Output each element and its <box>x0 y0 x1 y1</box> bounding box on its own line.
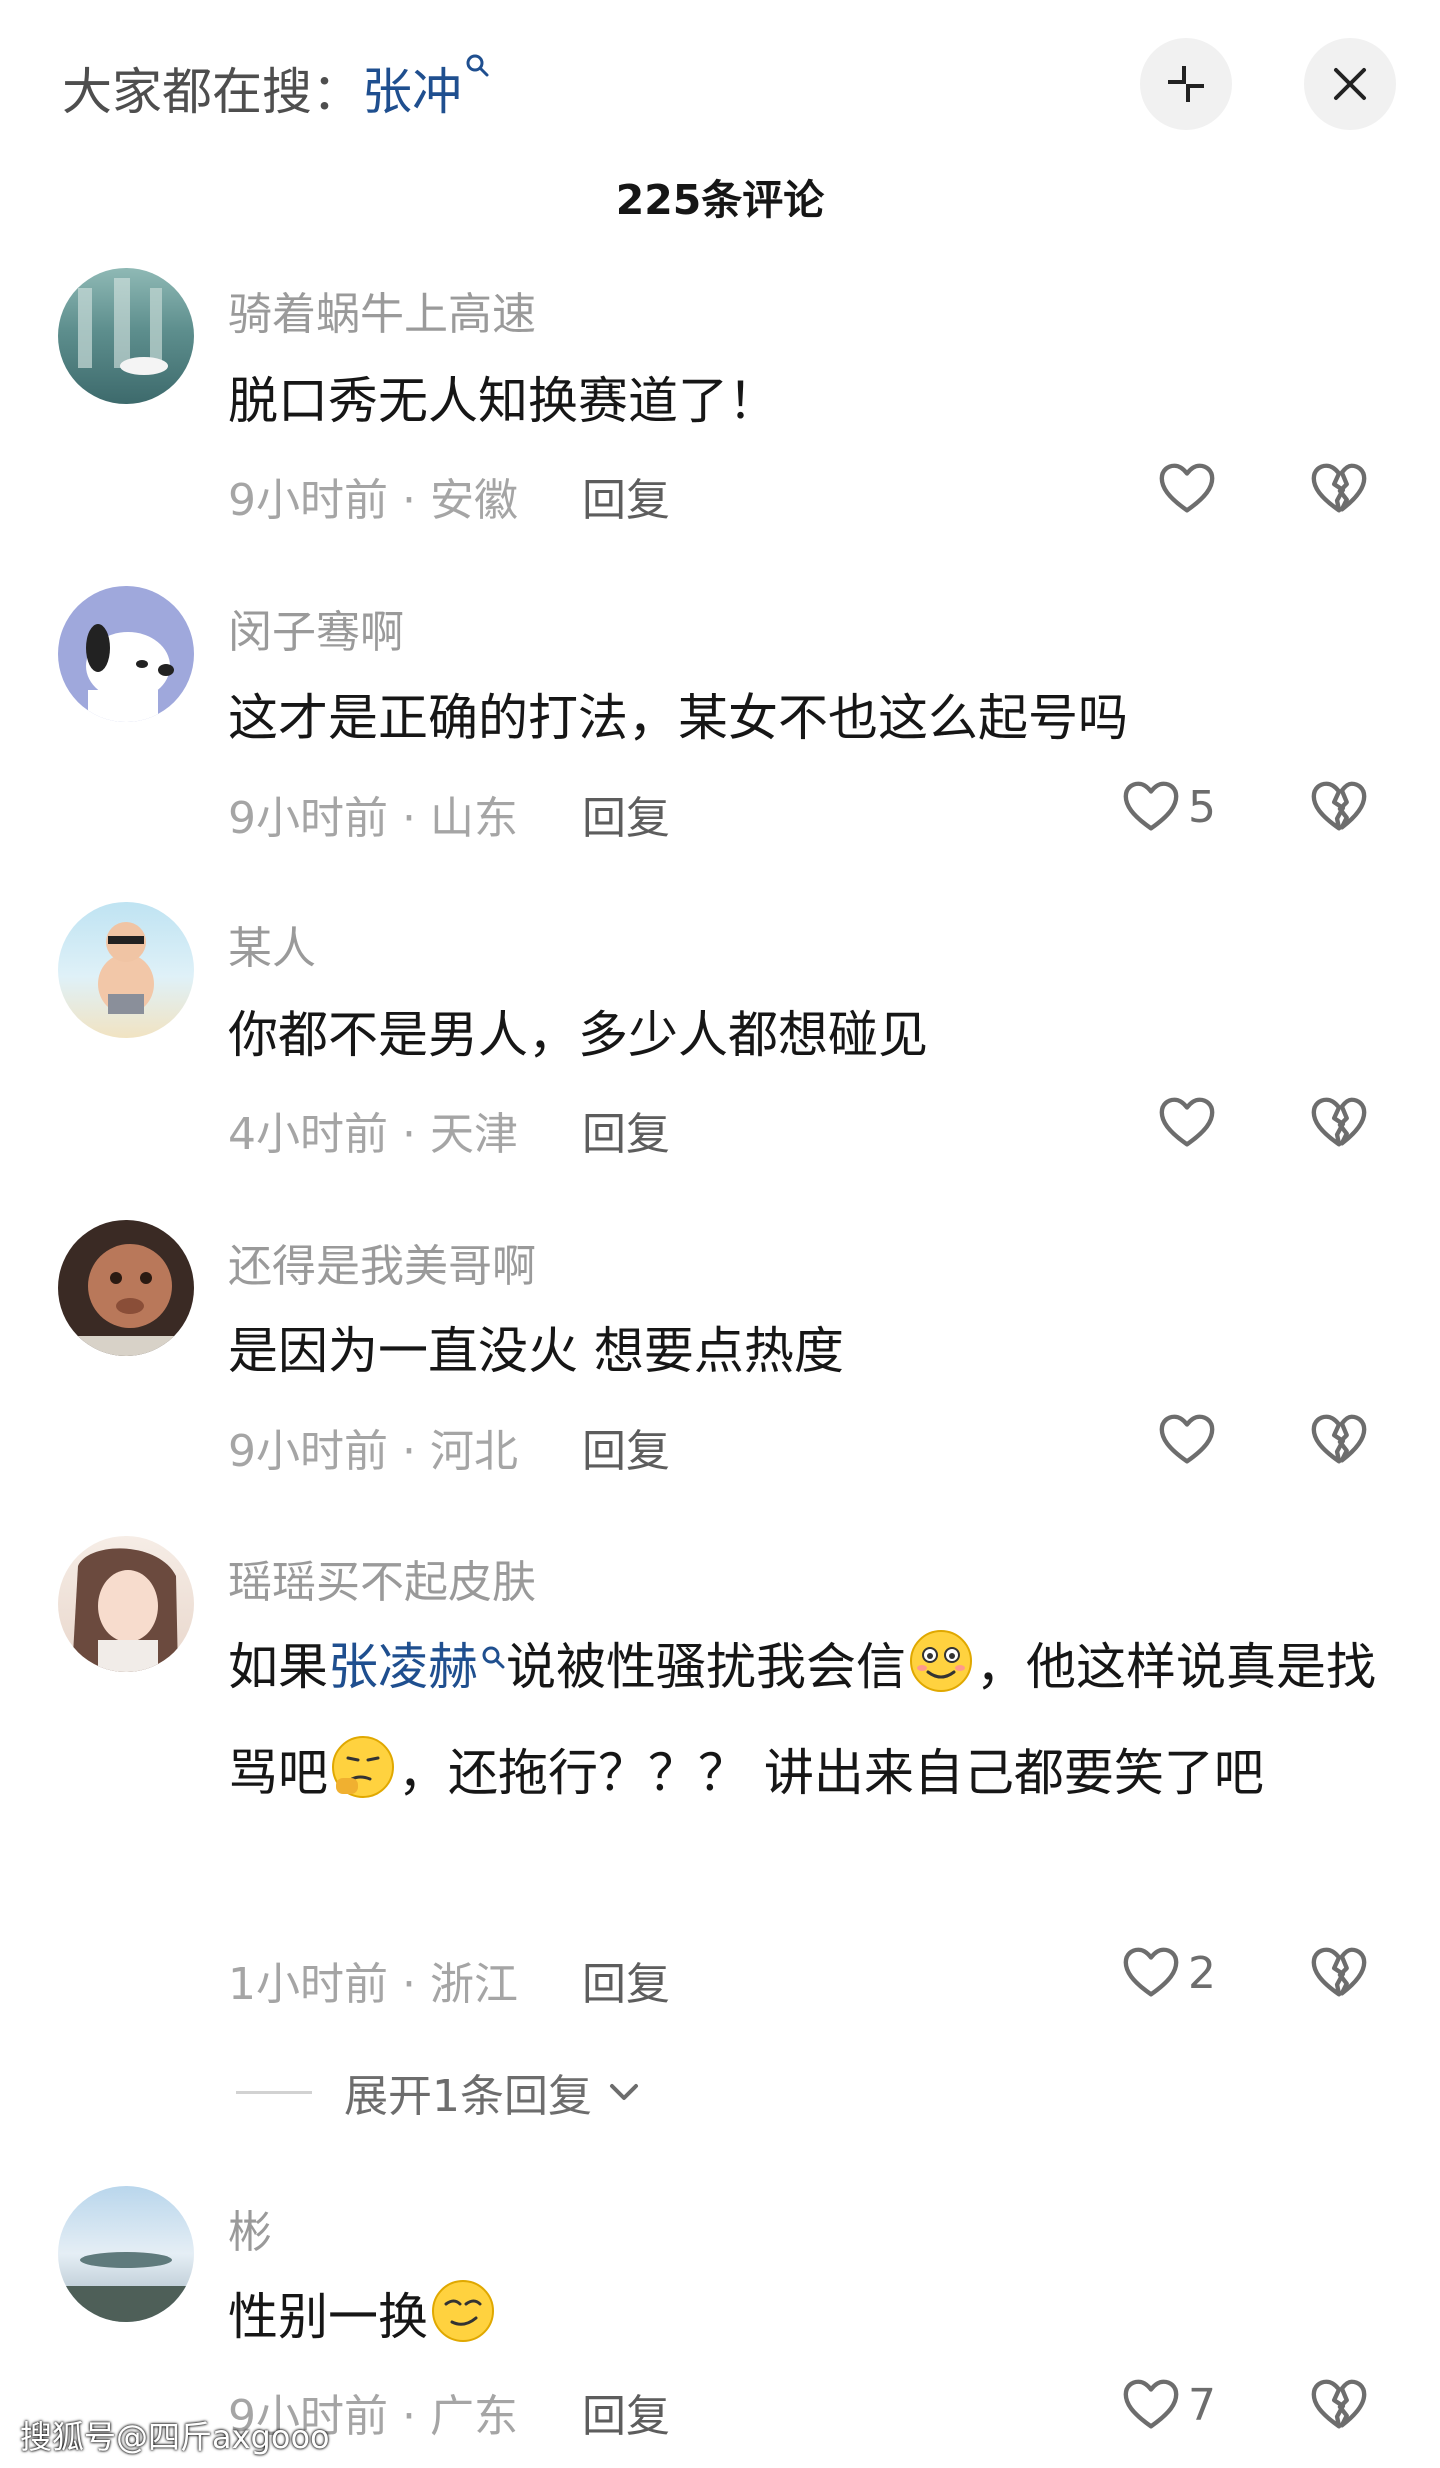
thinking-emoji <box>332 1736 394 1798</box>
broken-heart-icon <box>1308 2374 1370 2436</box>
search-keyword-icon <box>482 1646 505 1669</box>
heart-icon <box>1156 1092 1218 1154</box>
username[interactable]: 还得是我美哥啊 <box>228 1230 536 1294</box>
like-button[interactable]: 2 <box>1120 1942 1216 2004</box>
comment-text: 性别一换 <box>228 2264 1378 2370</box>
broken-heart-icon <box>1308 1942 1370 2004</box>
smile-emoji <box>910 1630 972 1692</box>
dislike-button[interactable] <box>1308 1409 1370 1475</box>
comment-text: 你都不是男人，多少人都想碰见 <box>228 1006 928 1064</box>
avatar-image <box>78 278 168 375</box>
search-keyword-link[interactable]: 张冲 <box>362 63 462 121</box>
broken-heart-icon <box>1308 458 1370 520</box>
username[interactable]: 闵子骞啊 <box>228 596 404 660</box>
avatar-image <box>86 624 174 722</box>
expand-replies-button[interactable]: 展开1条回复 <box>236 2060 644 2124</box>
reply-button[interactable]: 回复 <box>582 782 670 846</box>
avatar-image <box>58 1244 194 1356</box>
search-prefix: 大家都在搜： <box>62 63 362 121</box>
like-button[interactable]: 7 <box>1120 2374 1216 2436</box>
avatar-image <box>72 1548 178 1672</box>
time-location: 9小时前 · 河北 <box>228 1426 518 1477</box>
heart-icon <box>1120 2374 1182 2436</box>
username[interactable]: 骑着蜗牛上高速 <box>228 278 536 342</box>
heart-icon <box>1156 1409 1218 1471</box>
reply-button[interactable]: 回复 <box>582 2380 670 2444</box>
avatar[interactable] <box>58 2186 194 2322</box>
avatar[interactable] <box>58 1220 194 1356</box>
comment-text-part: 说被性骚扰我会信 <box>506 1638 906 1696</box>
reply-button[interactable]: 回复 <box>582 464 670 528</box>
broken-heart-icon <box>1308 1409 1370 1471</box>
collapse-icon <box>1168 66 1204 102</box>
collapse-button[interactable] <box>1140 38 1232 130</box>
comment-text: 是因为一直没火 想要点热度 <box>228 1322 844 1380</box>
like-button[interactable] <box>1156 1092 1224 1154</box>
username[interactable]: 彬 <box>228 2196 272 2260</box>
search-keyword-icon <box>466 54 489 77</box>
reply-button[interactable]: 回复 <box>582 1415 670 1479</box>
watermark: 搜狐号@四斤axgooo <box>20 2418 330 2456</box>
time-location: 9小时前 · 山东 <box>228 793 518 844</box>
reply-button[interactable]: 回复 <box>582 1948 670 2012</box>
avatar-image <box>58 2252 194 2322</box>
username[interactable]: 某人 <box>228 912 316 976</box>
top-bar: 大家都在搜：张冲 <box>0 0 1440 160</box>
comment-text-part: 如果 <box>228 1638 328 1696</box>
like-count: 7 <box>1188 2379 1216 2431</box>
like-button[interactable]: 5 <box>1120 776 1216 838</box>
avatar[interactable] <box>58 268 194 404</box>
broken-heart-icon <box>1308 776 1370 838</box>
time-location: 9小时前 · 安徽 <box>228 475 518 526</box>
comment-text-part: ，还拖行？？？ 讲出来自己都要笑了吧 <box>398 1744 1264 1802</box>
dislike-button[interactable] <box>1308 2374 1370 2440</box>
broken-heart-icon <box>1308 1092 1370 1154</box>
close-button[interactable] <box>1304 38 1396 130</box>
dislike-button[interactable] <box>1308 1092 1370 1158</box>
dislike-button[interactable] <box>1308 1942 1370 2008</box>
search-suggestion[interactable]: 大家都在搜：张冲 <box>62 52 490 124</box>
comment-text: 脱口秀无人知换赛道了！ <box>228 372 778 430</box>
comment-text: 这才是正确的打法，某女不也这么起号吗 <box>228 689 1128 747</box>
dislike-button[interactable] <box>1308 458 1370 524</box>
time-location: 1小时前 · 浙江 <box>228 1959 518 2010</box>
close-icon <box>1334 68 1366 100</box>
username[interactable]: 瑶瑶买不起皮肤 <box>228 1546 536 1610</box>
heart-icon <box>1120 1942 1182 2004</box>
avatar-image <box>98 922 154 1014</box>
like-count: 5 <box>1188 781 1216 833</box>
reply-button[interactable]: 回复 <box>582 1098 670 1162</box>
heart-icon <box>1120 776 1182 838</box>
avatar[interactable] <box>58 586 194 722</box>
mentioned-keyword-link[interactable]: 张凌赫 <box>328 1638 478 1696</box>
expand-replies-label: 展开1条回复 <box>344 2071 592 2122</box>
divider <box>236 2090 312 2094</box>
like-button[interactable] <box>1156 458 1224 520</box>
avatar[interactable] <box>58 902 194 1038</box>
like-count: 2 <box>1188 1947 1216 1999</box>
avatar[interactable] <box>58 1536 194 1672</box>
time-location: 4小时前 · 天津 <box>228 1109 518 1160</box>
dislike-button[interactable] <box>1308 776 1370 842</box>
like-button[interactable] <box>1156 1409 1224 1471</box>
comment-text-part: 性别一换 <box>228 2288 428 2346</box>
comment-count-title: 225条评论 <box>615 176 825 224</box>
comment-text: 如果张凌赫 说被性骚扰我会信 ，他这样说真是找骂吧 ，还拖行？？？ 讲出来自己都要笑了… <box>228 1614 1378 1826</box>
smirk-emoji <box>432 2280 494 2342</box>
heart-icon <box>1156 458 1218 520</box>
chevron-down-icon <box>610 2084 638 2100</box>
